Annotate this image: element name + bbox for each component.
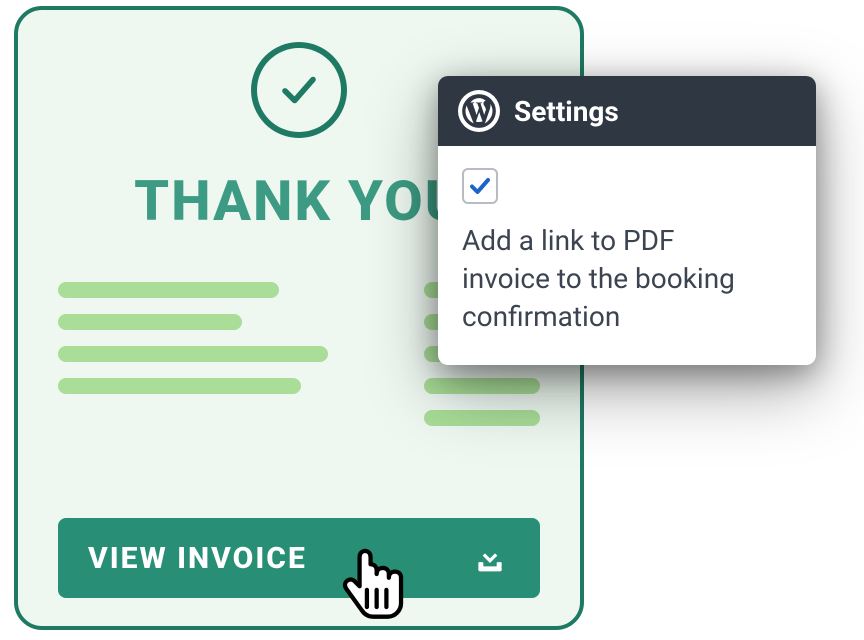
placeholder-bar [58,378,301,394]
thank-you-heading: THANK YOU [134,168,464,234]
settings-panel: Settings Add a link to PDF invoice to th… [438,76,816,365]
view-invoice-button[interactable]: VIEW INVOICE [58,518,540,598]
placeholder-col-left [58,282,328,426]
settings-header: Settings [438,76,816,146]
placeholder-bar [58,314,242,330]
placeholder-bar [58,282,279,298]
settings-body: Add a link to PDF invoice to the booking… [438,146,816,365]
download-icon [470,538,510,578]
placeholder-bar [424,410,540,426]
settings-title: Settings [514,95,619,128]
placeholder-bar [424,378,540,394]
check-circle-icon [251,42,347,138]
placeholder-bar [58,346,328,362]
wordpress-icon [458,90,500,132]
pointer-hand-icon [334,540,412,630]
pdf-link-option-label: Add a link to PDF invoice to the booking… [462,222,762,335]
view-invoice-label: VIEW INVOICE [88,541,307,576]
pdf-link-checkbox[interactable] [462,168,498,204]
